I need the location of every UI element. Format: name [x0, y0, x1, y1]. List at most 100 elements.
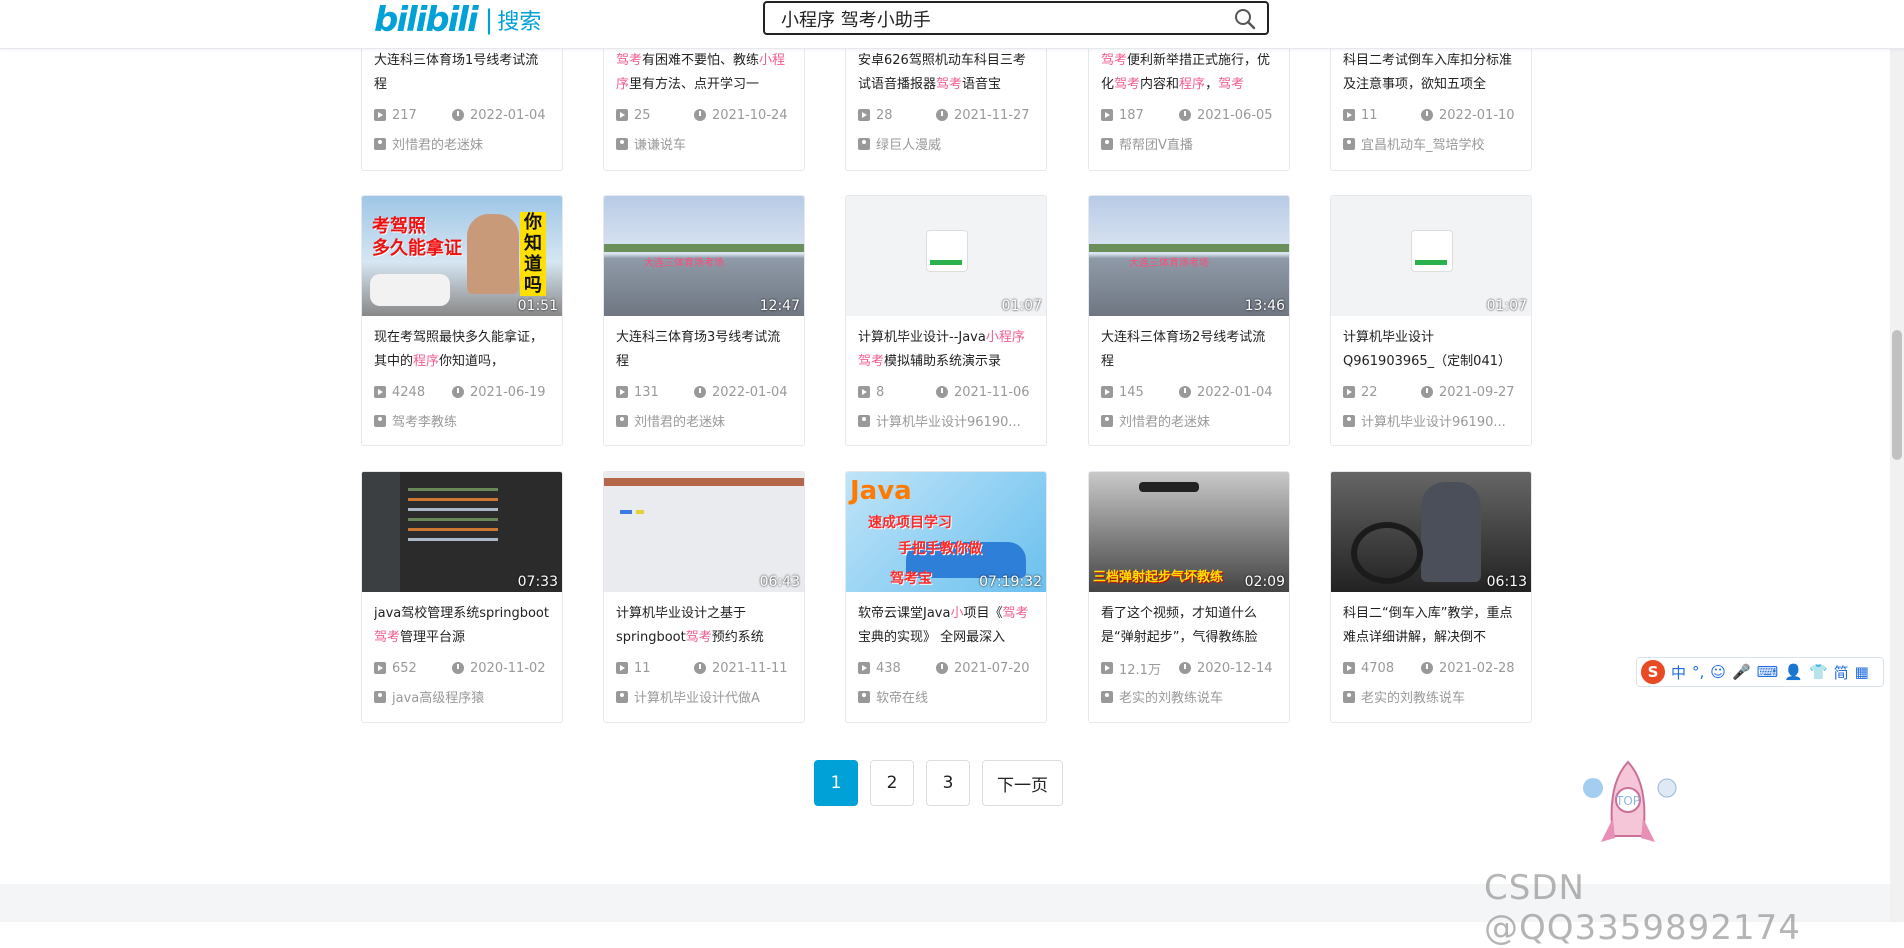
video-card[interactable]: 考驾照 多久能拿证 你知道吗 01:51 现在考驾照最快多久能拿证，其中的程序你知道吗，…	[361, 195, 563, 446]
title-keyword-highlight: 驾考	[374, 630, 401, 645]
video-thumbnail[interactable]: 06:43	[604, 472, 804, 592]
ime-toolbar[interactable]: S 中 °, ☺ 🎤 ⌨ 👤 👕 简 ▦	[1636, 657, 1884, 687]
video-title[interactable]: 大连科三体育场3号线考试流程	[616, 326, 792, 374]
uploader-link[interactable]: 软帝在线	[858, 687, 1034, 706]
title-text: java驾校管理系统springboot	[374, 606, 549, 621]
scrollbar-thumb[interactable]	[1892, 330, 1902, 460]
video-card[interactable]: 安卓626驾照机动车科目三考试语音播报器驾考语音宝 28 2021-11-27 绿巨人…	[845, 30, 1047, 171]
video-card[interactable]: 07:33 java驾校管理系统springboot 驾考管理平台源 652 2020-…	[361, 471, 563, 723]
bilibili-logo[interactable]: bilibili | 搜索	[374, 0, 541, 40]
upload-date: 2021-07-20	[954, 660, 1030, 676]
video-card[interactable]: 06:43 计算机毕业设计之基于springboot驾考预约系统 11 2021-11…	[603, 471, 805, 723]
video-thumbnail[interactable]: 大连三体育场考场 12:47	[604, 196, 804, 316]
ime-item[interactable]: 中	[1671, 662, 1686, 683]
ime-item[interactable]: 简	[1834, 662, 1849, 683]
ime-item[interactable]: 👤	[1784, 663, 1803, 681]
uploader-icon	[616, 137, 628, 150]
video-title[interactable]: 现在考驾照最快多久能拿证，其中的程序你知道吗，	[374, 326, 550, 374]
uploader-link[interactable]: 老实的刘教练说车	[1101, 687, 1277, 706]
video-card[interactable]: 01:07 计算机毕业设计Q961903965_（定制041） 22 2021-09-…	[1330, 195, 1532, 446]
uploader-link[interactable]: 计算机毕业设计96190...	[858, 411, 1034, 430]
video-card[interactable]: 科目二考试倒车入库扣分标准及注意事项，欲知五项全 11 2022-01-10 宜昌机动…	[1330, 30, 1532, 171]
play-count-icon	[1343, 386, 1355, 398]
video-card[interactable]: 大连科三体育场1号线考试流程 217 2022-01-04 刘惜君的老迷妹	[361, 30, 563, 171]
search-input[interactable]	[779, 3, 1223, 35]
video-title[interactable]: 科目二“倒车入库”教学，重点难点详细讲解，解决倒不	[1343, 602, 1519, 650]
title-text: 软帝云课堂Java	[858, 606, 951, 621]
video-title[interactable]: java驾校管理系统springboot 驾考管理平台源	[374, 602, 550, 650]
video-thumbnail[interactable]: Java 速成项目学习 手把手教你做 驾考宝 07:19:32	[846, 472, 1046, 592]
title-text: 管理平台源	[400, 630, 466, 645]
video-thumbnail[interactable]: 大连三体育场考场 13:46	[1089, 196, 1289, 316]
video-meta: 22 2021-09-27	[1343, 382, 1519, 402]
page-button-3[interactable]: 3	[926, 760, 970, 806]
next-page-button[interactable]: 下一页	[982, 760, 1063, 806]
uploader-link[interactable]: 老实的刘教练说车	[1343, 687, 1519, 706]
video-meta: 25 2021-10-24	[616, 105, 792, 125]
ime-item[interactable]: 🎤	[1732, 663, 1751, 681]
page-button-2[interactable]: 2	[870, 760, 914, 806]
video-title[interactable]: 安卓626驾照机动车科目三考试语音播报器驾考语音宝	[858, 49, 1034, 97]
video-thumbnail[interactable]: 07:33	[362, 472, 562, 592]
uploader-icon	[1343, 414, 1355, 427]
video-card[interactable]: 驾考便利新举措正式施行，优化驾考内容和程序，驾考 187 2021-06-05 帮帮团…	[1088, 30, 1290, 171]
play-count-icon	[374, 386, 386, 398]
video-title[interactable]: 大连科三体育场1号线考试流程	[374, 49, 550, 97]
uploader-link[interactable]: 驾考李教练	[374, 411, 550, 430]
video-title[interactable]: 软帝云课堂Java小项目《驾考宝典的实现》 全网最深入	[858, 602, 1034, 650]
uploader-link[interactable]: 刘惜君的老迷妹	[1101, 411, 1277, 430]
search-box[interactable]	[763, 1, 1269, 35]
scrollbar[interactable]	[1890, 0, 1904, 922]
video-title[interactable]: 看了这个视频，才知道什么是“弹射起步”，气得教练脸	[1101, 602, 1277, 650]
video-title[interactable]: 大连科三体育场2号线考试流程	[1101, 326, 1277, 374]
video-card[interactable]: 06:13 科目二“倒车入库”教学，重点难点详细讲解，解决倒不 4708 2021-0…	[1330, 471, 1532, 723]
video-thumbnail[interactable]: 考驾照 多久能拿证 你知道吗 01:51	[362, 196, 562, 316]
title-keyword-highlight: 小程序	[985, 330, 1025, 345]
title-text: 你知道吗，	[439, 354, 505, 369]
video-card[interactable]: 大连三体育场考场 13:46 大连科三体育场2号线考试流程 145 2022-01-04…	[1088, 195, 1290, 446]
play-count: 8	[876, 384, 885, 400]
uploader-link[interactable]: 计算机毕业设计代做A	[616, 687, 792, 706]
title-text: 有困难不要怕、教练	[642, 53, 760, 68]
video-thumbnail[interactable]: 三档弹射起步气坏教练 02:09	[1089, 472, 1289, 592]
uploader-link[interactable]: 刘惜君的老迷妹	[616, 411, 792, 430]
uploader-link[interactable]: java高级程序猿	[374, 687, 550, 706]
ime-item[interactable]: °,	[1692, 663, 1704, 681]
video-title[interactable]: 计算机毕业设计--Java小程序驾考模拟辅助系统演示录	[858, 326, 1034, 374]
video-card[interactable]: 大连三体育场考场 12:47 大连科三体育场3号线考试流程 131 2022-01-04…	[603, 195, 805, 446]
back-to-top-rocket-icon[interactable]: TOP	[1575, 758, 1681, 858]
video-title[interactable]: 计算机毕业设计之基于springboot驾考预约系统	[616, 602, 792, 650]
play-count-icon	[858, 662, 870, 674]
uploader-link[interactable]: 帮帮团V直播	[1101, 134, 1277, 153]
video-thumbnail[interactable]: 01:07	[1331, 196, 1531, 316]
video-title[interactable]: 科目二考试倒车入库扣分标准及注意事项，欲知五项全	[1343, 49, 1519, 97]
video-card[interactable]: 驾考有困难不要怕、教练小程序里有方法、点开学习一 25 2021-10-24 谦谦说车	[603, 30, 805, 171]
uploader-link[interactable]: 计算机毕业设计96190...	[1343, 411, 1519, 430]
video-thumbnail[interactable]: 01:07	[846, 196, 1046, 316]
video-card[interactable]: 01:07 计算机毕业设计--Java小程序驾考模拟辅助系统演示录 8 2021-11…	[845, 195, 1047, 446]
uploader-link[interactable]: 刘惜君的老迷妹	[374, 134, 550, 153]
uploader-link[interactable]: 谦谦说车	[616, 134, 792, 153]
video-thumbnail[interactable]: 06:13	[1331, 472, 1531, 592]
uploader-link[interactable]: 宜昌机动车_驾培学校	[1343, 134, 1519, 153]
video-card[interactable]: 三档弹射起步气坏教练 02:09 看了这个视频，才知道什么是“弹射起步”，气得教练脸…	[1088, 471, 1290, 723]
page-button-1[interactable]: 1	[814, 760, 858, 806]
ime-item[interactable]: 👕	[1809, 663, 1828, 681]
video-title[interactable]: 驾考便利新举措正式施行，优化驾考内容和程序，驾考	[1101, 49, 1277, 97]
ime-item[interactable]: ☺	[1710, 663, 1726, 681]
ime-item[interactable]: ▦	[1855, 663, 1869, 681]
search-icon[interactable]	[1233, 7, 1257, 31]
clock-icon	[1421, 662, 1433, 674]
play-count: 4248	[392, 384, 426, 400]
watermark: CSDN @QQ3359892174	[1484, 868, 1801, 948]
thumb-overlay-text: 速成项目学习	[868, 515, 952, 531]
video-duration: 01:07	[1486, 298, 1527, 314]
video-title[interactable]: 计算机毕业设计Q961903965_（定制041）	[1343, 326, 1519, 374]
video-card[interactable]: Java 速成项目学习 手把手教你做 驾考宝 07:19:32 软帝云课堂Java小项目《…	[845, 471, 1047, 723]
video-duration: 07:33	[517, 574, 558, 590]
video-title[interactable]: 驾考有困难不要怕、教练小程序里有方法、点开学习一	[616, 49, 792, 97]
sogou-logo-icon[interactable]: S	[1641, 660, 1665, 684]
video-meta: 438 2021-07-20	[858, 658, 1034, 678]
ime-item[interactable]: ⌨	[1757, 663, 1779, 681]
uploader-link[interactable]: 绿巨人漫威	[858, 134, 1034, 153]
